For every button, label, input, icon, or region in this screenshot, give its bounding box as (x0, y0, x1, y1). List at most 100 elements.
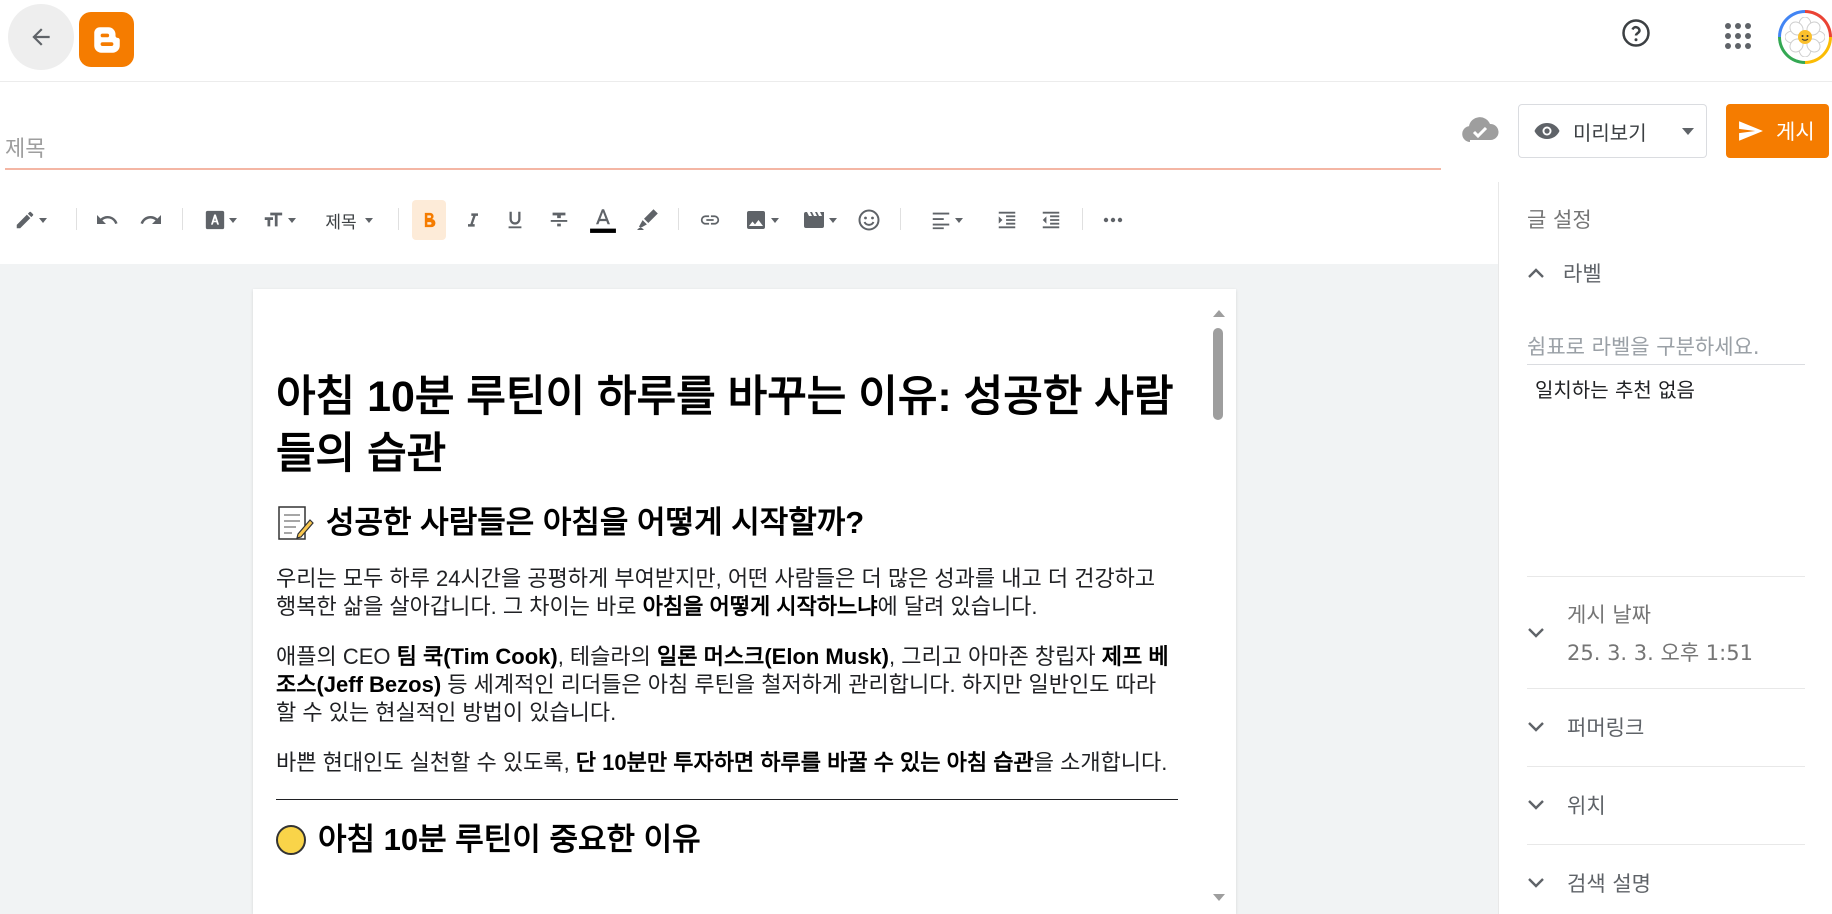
post-heading-2: 아침 10분 루틴이 중요한 이유 (276, 820, 1178, 860)
bold-text-run: 아침을 어떻게 시작하느냐 (642, 594, 878, 619)
text-run: 애플의 CEO (276, 644, 397, 669)
scroll-thumb[interactable] (1213, 328, 1223, 420)
post-heading-2: 성공한 사람들은 아침을 어떻게 시작할까? (276, 503, 1178, 543)
publish-button[interactable]: 게시 (1726, 104, 1829, 158)
preview-button[interactable]: 미리보기 (1518, 104, 1670, 158)
insert-emoji-button[interactable] (852, 200, 886, 240)
insert-image-button[interactable] (738, 200, 784, 240)
text-run: 을 소개합니다. (1033, 750, 1168, 775)
bold-text-run: 일론 머스크(Elon Musk) (657, 644, 889, 669)
post-paragraph-3: 바쁜 현대인도 실천할 수 있도록, 단 10분만 투자하면 하루를 바꿀 수 … (276, 749, 1178, 777)
italic-icon (468, 213, 478, 227)
preview-dropdown-button[interactable] (1669, 104, 1707, 158)
chevron-down-icon (1528, 722, 1544, 732)
permalink-title: 퍼머링크 (1567, 716, 1645, 740)
publish-label: 게시 (1776, 120, 1815, 144)
outdent-icon (1042, 211, 1060, 229)
image-icon (746, 211, 765, 229)
chevron-down-icon (1681, 127, 1694, 135)
align-left-icon (932, 212, 949, 230)
chevron-down-icon (1528, 878, 1544, 888)
text-color-button[interactable] (586, 200, 620, 240)
chevron-down-icon (1528, 628, 1544, 638)
scroll-down-arrow-icon[interactable] (1213, 894, 1225, 901)
align-button[interactable] (922, 200, 970, 240)
italic-button[interactable] (456, 200, 490, 240)
font-size-button[interactable] (256, 200, 300, 240)
editor-toolbar: 제목 (0, 196, 1498, 244)
text-size-icon (264, 212, 282, 227)
insert-link-button[interactable] (692, 200, 728, 240)
text-run: , 그리고 아마존 창립자 (889, 644, 1102, 669)
text-run: 에 달려 있습니다. (877, 594, 1038, 619)
apps-grid-icon[interactable] (1722, 20, 1754, 52)
chevron-up-icon (1528, 268, 1544, 278)
redo-icon (140, 215, 161, 224)
link-icon (700, 215, 720, 225)
emoji-icon (858, 209, 880, 231)
labels-title: 라벨 (1563, 262, 1602, 286)
publish-date-section[interactable]: 게시 날짜 25. 3. 3. 오후 1:51 (1527, 576, 1805, 689)
text-color-icon (590, 209, 616, 233)
location-title: 위치 (1567, 794, 1606, 818)
scroll-up-arrow-icon[interactable] (1213, 310, 1225, 317)
top-app-bar (0, 0, 1832, 82)
back-button[interactable] (8, 4, 74, 70)
undo-button[interactable] (90, 200, 124, 240)
publish-date-title: 게시 날짜 (1567, 603, 1651, 627)
bold-button[interactable] (412, 200, 446, 240)
video-icon (803, 212, 824, 228)
search-description-section[interactable]: 검색 설명 (1527, 844, 1805, 914)
outdent-button[interactable] (1034, 200, 1068, 240)
permalink-section[interactable]: 퍼머링크 (1527, 688, 1805, 765)
text-run: 바쁜 현대인도 실천할 수 있도록, (276, 750, 576, 775)
post-body-editor[interactable]: 아침 10분 루틴이 하루를 바꾸는 이유: 성공한 사람들의 습관 성공한 사… (253, 289, 1236, 914)
underline-button[interactable] (498, 200, 532, 240)
bold-text-run: 단 10분만 투자하면 하루를 바꿀 수 있는 아침 습관 (575, 750, 1034, 775)
divider (276, 799, 1178, 800)
more-options-button[interactable] (1096, 200, 1130, 240)
blogger-logo[interactable] (79, 12, 134, 67)
paragraph-style-value: 제목 (325, 212, 357, 233)
arrow-left-icon (32, 28, 50, 46)
indent-button[interactable] (990, 200, 1024, 240)
send-icon (1739, 121, 1763, 141)
help-icon[interactable] (1620, 17, 1652, 49)
bold-text-run: 팀 쿡(Tim Cook) (396, 644, 558, 669)
memo-icon (278, 506, 314, 540)
pencil-icon (16, 211, 33, 229)
bold-icon (424, 212, 436, 228)
more-horizontal-icon (1103, 217, 1123, 223)
highlight-button[interactable] (630, 200, 664, 240)
post-paragraph-1: 우리는 모두 하루 24시간을 공평하게 부여받지만, 어떤 사람들은 더 많은… (276, 565, 1178, 621)
lightbulb-icon (276, 825, 306, 855)
preview-label: 미리보기 (1573, 120, 1647, 145)
chevron-down-icon (1528, 800, 1544, 810)
redo-button[interactable] (134, 200, 168, 240)
font-family-button[interactable] (198, 200, 242, 240)
post-paragraph-2: 애플의 CEO 팀 쿡(Tim Cook), 테슬라의 일론 머스크(Elon … (276, 643, 1178, 727)
undo-icon (97, 215, 118, 224)
blogger-icon (93, 26, 120, 53)
edit-mode-button[interactable] (8, 200, 52, 240)
underline-icon (508, 211, 522, 229)
strikethrough-icon (550, 212, 568, 227)
editor-scrollbar[interactable] (1207, 300, 1229, 914)
post-title-input[interactable] (5, 130, 1441, 170)
text-run: , 테슬라의 (557, 644, 658, 669)
highlighter-icon (637, 209, 658, 230)
indent-icon (998, 211, 1016, 229)
post-settings-sidebar: 글 설정 라벨 일치하는 추천 없음 게시 날짜 25. 3. 3. 오후 1:… (1498, 182, 1832, 914)
post-settings-heading: 글 설정 (1527, 208, 1592, 232)
search-description-title: 검색 설명 (1567, 872, 1651, 896)
labels-section-toggle[interactable]: 라벨 (1527, 258, 1602, 288)
flower-avatar-icon (1785, 17, 1825, 57)
labels-input[interactable] (1527, 329, 1805, 365)
strikethrough-button[interactable] (542, 200, 576, 240)
post-heading-1: 아침 10분 루틴이 하루를 바꾸는 이유: 성공한 사람들의 습관 (276, 373, 1174, 478)
insert-video-button[interactable] (796, 200, 842, 240)
location-section[interactable]: 위치 (1527, 766, 1805, 843)
post-heading-2-text: 성공한 사람들은 아침을 어떻게 시작할까? (326, 505, 865, 540)
paragraph-style-select[interactable]: 제목 (316, 200, 382, 240)
avatar[interactable] (1778, 10, 1832, 64)
